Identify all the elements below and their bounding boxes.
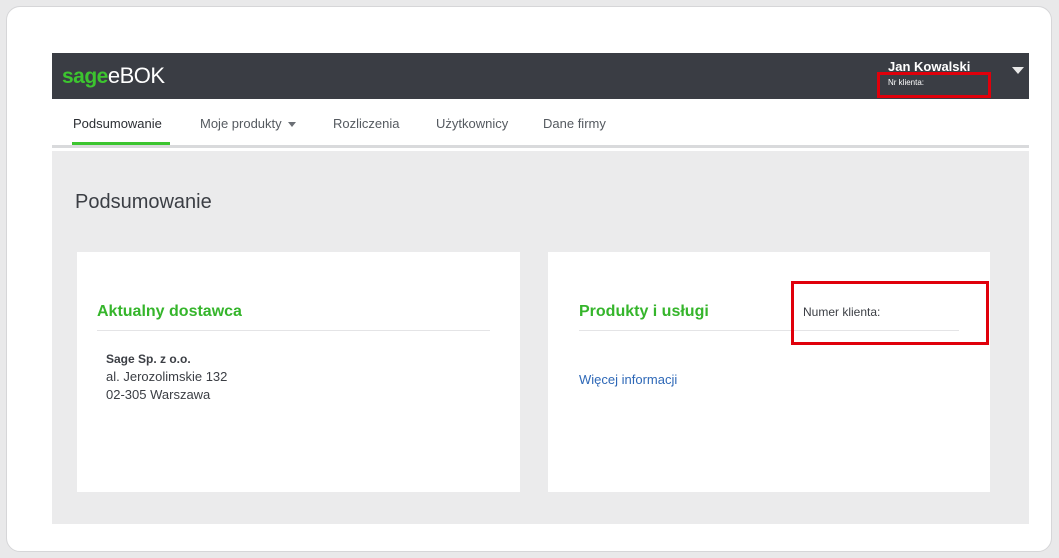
more-info-link[interactable]: Więcej informacji: [579, 372, 677, 387]
brand-sage: sage: [62, 65, 108, 88]
active-tab-indicator: [72, 142, 170, 145]
main-navigation: Podsumowanie Moje produkty Rozliczenia U…: [52, 99, 1029, 148]
supplier-card-heading: Aktualny dostawca: [97, 303, 242, 320]
app-logo[interactable]: sageeBOK: [62, 65, 165, 88]
tab-rozliczenia[interactable]: Rozliczenia: [333, 116, 399, 131]
supplier-address-city: 02-305 Warszawa: [106, 387, 211, 402]
chevron-down-icon[interactable]: [1012, 67, 1024, 74]
chevron-down-icon: [287, 122, 296, 128]
supplier-card: Aktualny dostawca Sage Sp. z o.o. al. Je…: [77, 252, 520, 492]
tab-podsumowanie[interactable]: Podsumowanie: [73, 116, 162, 131]
highlight-box-client-number-card: [791, 281, 989, 345]
tab-moje-produkty-label: Moje produkty: [200, 116, 282, 131]
divider: [97, 330, 490, 331]
tab-moje-produkty[interactable]: Moje produkty: [200, 116, 296, 131]
tab-uzytkownicy[interactable]: Użytkownicy: [436, 116, 508, 131]
highlight-box-client-number-header: [877, 72, 991, 98]
supplier-address-street: al. Jerozolimskie 132: [106, 369, 228, 384]
brand-ebok: eBOK: [107, 63, 165, 88]
tab-dane-firmy[interactable]: Dane firmy: [543, 116, 606, 131]
products-card-heading: Produkty i usługi: [579, 303, 709, 320]
page-title: Podsumowanie: [75, 191, 212, 213]
supplier-company-name: Sage Sp. z o.o.: [106, 352, 191, 366]
